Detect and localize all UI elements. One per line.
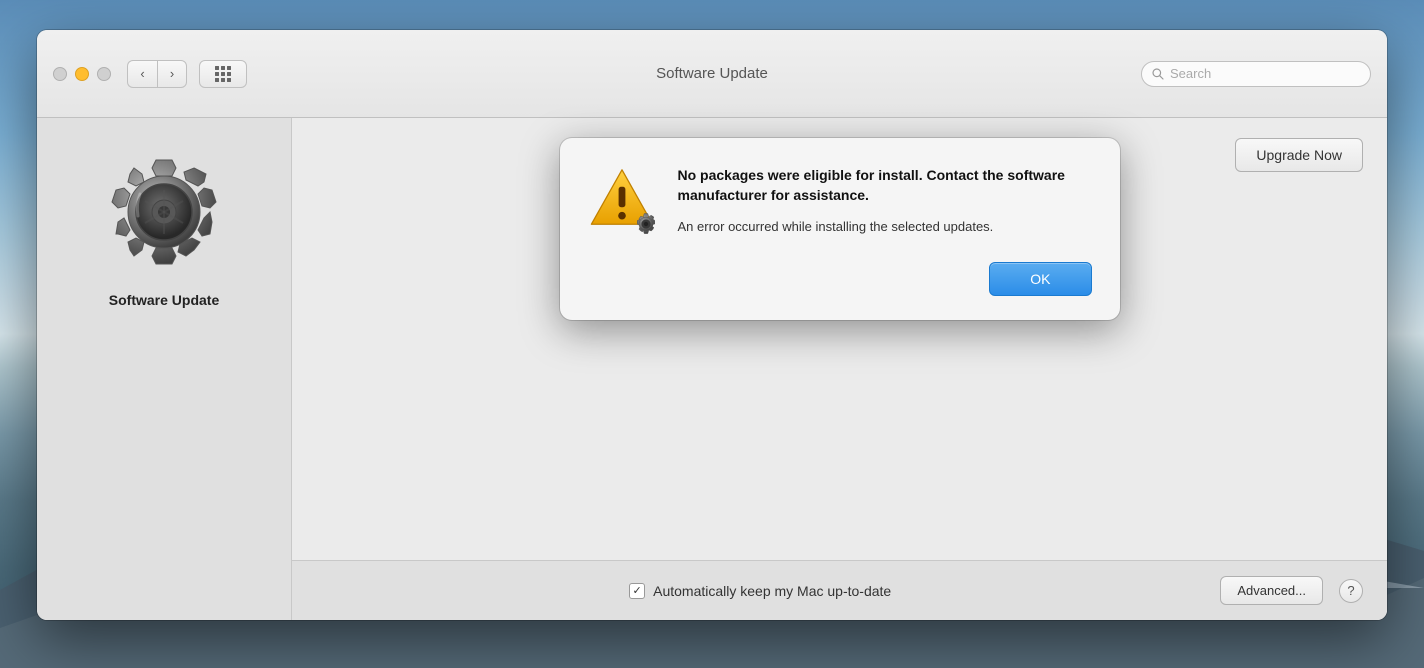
modal-title: No packages were eligible for install. C… xyxy=(678,166,1092,205)
forward-button[interactable]: › xyxy=(157,60,187,88)
search-placeholder: Search xyxy=(1170,66,1211,81)
modal-overlay: No packages were eligible for install. C… xyxy=(292,118,1387,620)
grid-dots-icon xyxy=(215,66,231,82)
sidebar-label: Software Update xyxy=(109,292,219,308)
nav-buttons: ‹ › xyxy=(127,60,187,88)
ok-button[interactable]: OK xyxy=(989,262,1091,296)
back-button[interactable]: ‹ xyxy=(127,60,157,88)
titlebar: ‹ › Software Update Search xyxy=(37,30,1387,118)
grid-view-button[interactable] xyxy=(199,60,247,88)
close-button[interactable] xyxy=(53,67,67,81)
modal-icon-container xyxy=(588,166,660,238)
modal-description: An error occurred while installing the s… xyxy=(678,217,1092,237)
modal-text: No packages were eligible for install. C… xyxy=(678,166,1092,238)
sidebar: Software Update xyxy=(37,118,292,620)
search-icon xyxy=(1152,68,1164,80)
search-box[interactable]: Search xyxy=(1141,61,1371,87)
modal-body: No packages were eligible for install. C… xyxy=(588,166,1092,238)
gear-overlay-icon xyxy=(632,210,660,238)
maximize-button[interactable] xyxy=(97,67,111,81)
window-content: Software Update Upgrade Now ✓ Automatica… xyxy=(37,118,1387,620)
minimize-button[interactable] xyxy=(75,67,89,81)
modal-footer: OK xyxy=(588,262,1092,296)
window-title: Software Update xyxy=(656,65,768,82)
software-update-window: ‹ › Software Update Search xyxy=(37,30,1387,620)
software-update-icon xyxy=(100,148,228,276)
traffic-lights xyxy=(53,67,111,81)
modal-dialog: No packages were eligible for install. C… xyxy=(560,138,1120,320)
main-content: Upgrade Now ✓ Automatically keep my Mac … xyxy=(292,118,1387,620)
